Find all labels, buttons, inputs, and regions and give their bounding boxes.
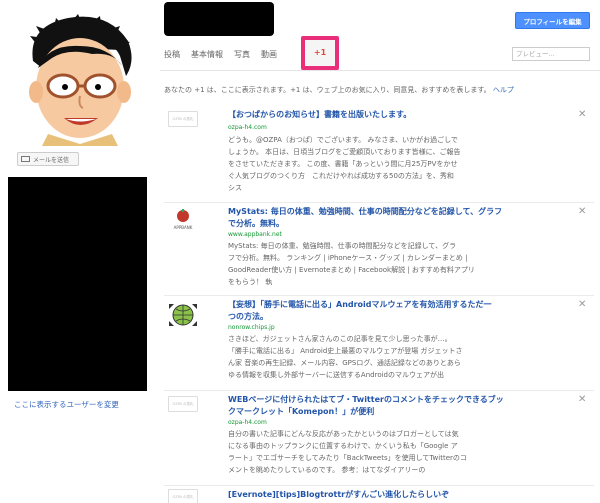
title-line: つの方法。 bbox=[228, 312, 268, 321]
send-mail-button[interactable]: メールを送信 bbox=[17, 152, 79, 166]
plus-one-item: 【妄想】「勝手に電話に出る」Androidマルウェアを有効活用するただ一 つの方… bbox=[164, 297, 594, 391]
snippet-line: どうも。@OZPA（おつぱ）でございます。 みなさま、いかがお過ごしで bbox=[228, 136, 458, 144]
android-globe-icon bbox=[169, 304, 197, 326]
item-snippet: どうも。@OZPA（おつぱ）でございます。 みなさま、いかがお過ごしで しょうか… bbox=[228, 134, 574, 194]
thumb-label: APPBANK bbox=[174, 225, 193, 230]
thumbnail[interactable]: OZPA の表札 bbox=[168, 111, 198, 135]
tab-plus-one[interactable]: +1 bbox=[301, 36, 339, 70]
item-title[interactable]: WEBページに付けられたはてブ・Twitterのコメントをチェックできるブッ ク… bbox=[228, 394, 578, 418]
snippet-line: GoodReader使い方 | Evernoteまとめ | Facebook解説… bbox=[228, 266, 475, 274]
mail-icon bbox=[21, 156, 30, 162]
plus-one-item: OZPA の表札 [Evernote][tips]Blogtrottrがすんごい… bbox=[164, 487, 594, 503]
plus-one-item: OZPA の表札 【おつぱからのお知らせ】書籍を出版いたします。 ozpa-h4… bbox=[164, 107, 594, 203]
title-line: クマークレット「Komepon！」が便利 bbox=[228, 407, 375, 416]
item-snippet: MyStats: 毎日の体重、勉強時間、仕事の時間配分などを記録して、グラ フで… bbox=[228, 240, 574, 288]
item-domain[interactable]: nonrow.chips.jp bbox=[228, 324, 275, 331]
close-icon[interactable]: ✕ bbox=[578, 206, 586, 217]
snippet-line: をさせていただきます。 この度、書籍「あっという間に月25万PVをかせ bbox=[228, 160, 458, 168]
left-column: メールを送信 ここに表示するユーザーを変更 bbox=[0, 0, 160, 503]
help-link[interactable]: ヘルプ bbox=[493, 86, 514, 94]
redacted-block bbox=[8, 177, 147, 391]
thumb-label: OZPA の表札 bbox=[168, 111, 198, 127]
preview-input[interactable]: プレビュー... bbox=[512, 47, 590, 61]
thumbnail[interactable] bbox=[168, 301, 198, 326]
item-domain[interactable]: ozpa-h4.com bbox=[228, 124, 267, 131]
tab-videos[interactable]: 動画 bbox=[261, 41, 277, 69]
snippet-line: ゆる情報を収集し外部サーバーに送信するAndroidのマルウェアが出 bbox=[228, 371, 444, 379]
item-title[interactable]: MyStats: 毎日の体重、勉強時間、仕事の時間配分などを記録して、グラフ で… bbox=[228, 206, 578, 230]
snippet-line: シス bbox=[228, 184, 242, 192]
thumb-label: OZPA の表札 bbox=[168, 489, 198, 503]
title-line: MyStats: 毎日の体重、勉強時間、仕事の時間配分などを記録して、グラフ bbox=[228, 207, 503, 216]
title-line: WEBページに付けられたはてブ・Twitterのコメントをチェックできるブッ bbox=[228, 395, 504, 404]
snippet-line: メントを眺めたりしているのです。 参考：はてなダイアリーの bbox=[228, 466, 426, 474]
change-users-link[interactable]: ここに表示するユーザーを変更 bbox=[14, 399, 119, 410]
item-domain[interactable]: www.appbank.net bbox=[228, 231, 282, 238]
item-domain[interactable]: ozpa-h4.com bbox=[228, 419, 267, 426]
snippet-line: になる事由のトップランクに位置するわけで、かくいう私も「Google ア bbox=[228, 442, 458, 450]
snippet-line: 「勝手に電話に出る」 Android史上最悪のマルウェアが登場 ガジェットさ bbox=[228, 347, 463, 355]
snippet-line: フで分析。無料。 ランキング | iPhoneケース・グッズ | カレンダーまと… bbox=[228, 254, 468, 262]
plus-one-intro: あなたの +1 は、ここに表示されます。+1 は、ウェブ上のお気に入り、同意見、… bbox=[164, 85, 514, 95]
plus-one-item: APPBANK MyStats: 毎日の体重、勉強時間、仕事の時間配分などを記録… bbox=[164, 204, 594, 296]
item-title[interactable]: 【おつぱからのお知らせ】書籍を出版いたします。 bbox=[228, 109, 578, 121]
thumbnail[interactable]: OZPA の表札 bbox=[168, 396, 198, 420]
item-title[interactable]: 【妄想】「勝手に電話に出る」Androidマルウェアを有効活用するただ一 つの方… bbox=[228, 299, 578, 323]
close-icon[interactable]: ✕ bbox=[578, 394, 586, 405]
thumbnail[interactable]: APPBANK bbox=[168, 208, 198, 232]
redacted-profile-name bbox=[164, 2, 274, 36]
item-snippet: 自分の書いた記事にどんな反応があったかというのはブロガーとしては気 になる事由の… bbox=[228, 428, 574, 476]
thumbnail[interactable]: OZPA の表札 bbox=[168, 489, 198, 503]
snippet-line: ラート」でエゴサーチをしてみたり「BackTweets」を使用してTwitter… bbox=[228, 454, 467, 462]
close-icon[interactable]: ✕ bbox=[578, 299, 586, 310]
thumb-label: OZPA の表札 bbox=[168, 396, 198, 412]
tabs-divider bbox=[160, 70, 600, 71]
item-title[interactable]: [Evernote][tips]Blogtrottrがすんごい進化したらしいぞ bbox=[228, 489, 578, 501]
snippet-line: しょうか。 本日は、日頃当ブログをご愛顧頂いております皆様に、ご報告 bbox=[228, 148, 461, 156]
snippet-line: ぐ人気ブログのつくり方 これだけやれば成功する50の方法」を、秀和 bbox=[228, 172, 454, 180]
snippet-line: MyStats: 毎日の体重、勉強時間、仕事の時間配分などを記録して、グラ bbox=[228, 242, 457, 250]
send-mail-label: メールを送信 bbox=[33, 156, 70, 164]
snippet-line: をもらう！ 執 bbox=[228, 278, 273, 286]
snippet-line: さきほど、ガジェットさん家さんのこの記事を見て少し思った事が…。 bbox=[228, 335, 452, 343]
title-line: 【妄想】「勝手に電話に出る」Androidマルウェアを有効活用するただ一 bbox=[228, 300, 492, 309]
title-line: で分析。無料。 bbox=[228, 219, 284, 228]
plus-one-item: OZPA の表札 WEBページに付けられたはてブ・Twitterのコメントをチェ… bbox=[164, 392, 594, 486]
tab-photos[interactable]: 写真 bbox=[234, 41, 250, 69]
tab-basic-info[interactable]: 基本情報 bbox=[191, 41, 223, 69]
snippet-line: 自分の書いた記事にどんな反応があったかというのはブロガーとしては気 bbox=[228, 430, 459, 438]
intro-text: あなたの +1 は、ここに表示されます。+1 は、ウェブ上のお気に入り、同意見、… bbox=[164, 86, 491, 94]
edit-profile-button[interactable]: プロフィールを編集 bbox=[515, 12, 590, 29]
item-snippet: さきほど、ガジェットさん家さんのこの記事を見て少し思った事が…。 「勝手に電話に… bbox=[228, 333, 574, 381]
close-icon[interactable]: ✕ bbox=[578, 109, 586, 120]
profile-tabs: 投稿 基本情報 写真 動画 +1 bbox=[164, 36, 339, 70]
tab-posts[interactable]: 投稿 bbox=[164, 41, 180, 69]
appbank-logo-icon: APPBANK bbox=[174, 209, 193, 230]
profile-avatar[interactable] bbox=[8, 6, 148, 146]
snippet-line: ん家 音楽の再生記録、メール内容、GPSログ、通話記録などのありとあら bbox=[228, 359, 461, 367]
